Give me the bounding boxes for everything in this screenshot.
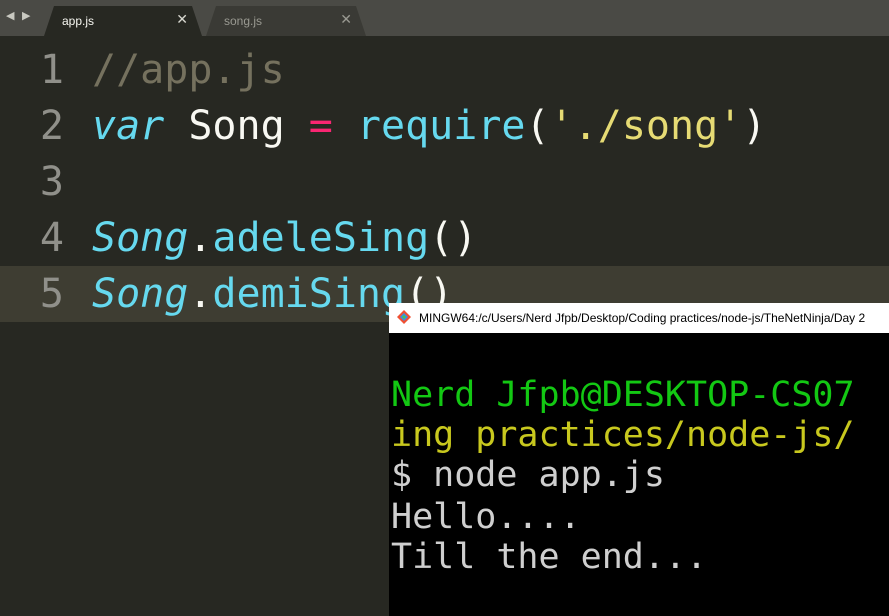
line-gutter: 5 [0, 266, 86, 322]
identifier-token: Song [164, 103, 309, 149]
tab-label: song.js [224, 14, 263, 28]
terminal-output-line: Hello.... [391, 497, 581, 537]
code-line[interactable]: 2 var Song = require('./song') [0, 98, 889, 154]
terminal-title: MINGW64:/c/Users/Nerd Jfpb/Desktop/Codin… [419, 311, 866, 325]
operator-token: = [308, 103, 333, 149]
close-icon[interactable]: ✕ [176, 12, 188, 28]
git-diamond-icon [397, 310, 411, 324]
terminal-output-line: Till the end... [391, 537, 708, 577]
line-gutter: 3 [0, 154, 86, 210]
paren-token: () [429, 215, 478, 261]
function-token: require [332, 103, 526, 149]
keyword-token: var [92, 103, 165, 149]
tab-song-js[interactable]: song.js ✕ [206, 6, 366, 36]
terminal-output[interactable]: Nerd Jfpb@DESKTOP-CS07 ing practices/nod… [389, 333, 889, 616]
line-gutter: 2 [0, 98, 86, 154]
string-token: './song' [549, 103, 743, 149]
tab-app-js[interactable]: app.js ✕ [44, 6, 202, 36]
tab-bar: ◀ ▶ app.js ✕ song.js ✕ [0, 0, 889, 36]
terminal-prompt-user: Nerd Jfpb@DESKTOP-CS07 [391, 375, 855, 415]
code-line[interactable]: 4 Song.adeleSing() [0, 210, 889, 266]
code-line[interactable]: 3 [0, 154, 889, 210]
line-number: 3 [39, 159, 64, 205]
terminal-command: $ node app.js [391, 455, 665, 495]
function-token: adeleSing [212, 215, 430, 261]
code-line[interactable]: 1 //app.js [0, 42, 889, 98]
dot-token: . [188, 271, 213, 317]
code-content: Song.adeleSing() [92, 214, 477, 262]
paren-token: ( [525, 103, 550, 149]
dot-token: . [188, 215, 213, 261]
line-gutter: 1 [0, 42, 86, 98]
line-number: 5 [39, 271, 64, 317]
close-icon[interactable]: ✕ [340, 12, 352, 28]
object-token: Song [92, 215, 189, 261]
terminal-window[interactable]: MINGW64:/c/Users/Nerd Jfpb/Desktop/Codin… [389, 303, 889, 616]
terminal-prompt-path: ing practices/node-js/ [391, 415, 855, 455]
line-number: 4 [39, 215, 64, 261]
comment-token: //app.js [92, 47, 285, 93]
tab-nav-arrows[interactable]: ◀ ▶ [6, 9, 32, 22]
line-number: 1 [39, 47, 64, 93]
code-content: var Song = require('./song') [92, 102, 766, 150]
tab-label: app.js [62, 14, 95, 28]
object-token: Song [92, 271, 189, 317]
terminal-title-bar[interactable]: MINGW64:/c/Users/Nerd Jfpb/Desktop/Codin… [389, 303, 889, 333]
paren-token: ) [742, 103, 767, 149]
line-number: 2 [39, 103, 64, 149]
line-gutter: 4 [0, 210, 86, 266]
function-token: demiSing [212, 271, 406, 317]
code-content: //app.js [92, 46, 285, 94]
